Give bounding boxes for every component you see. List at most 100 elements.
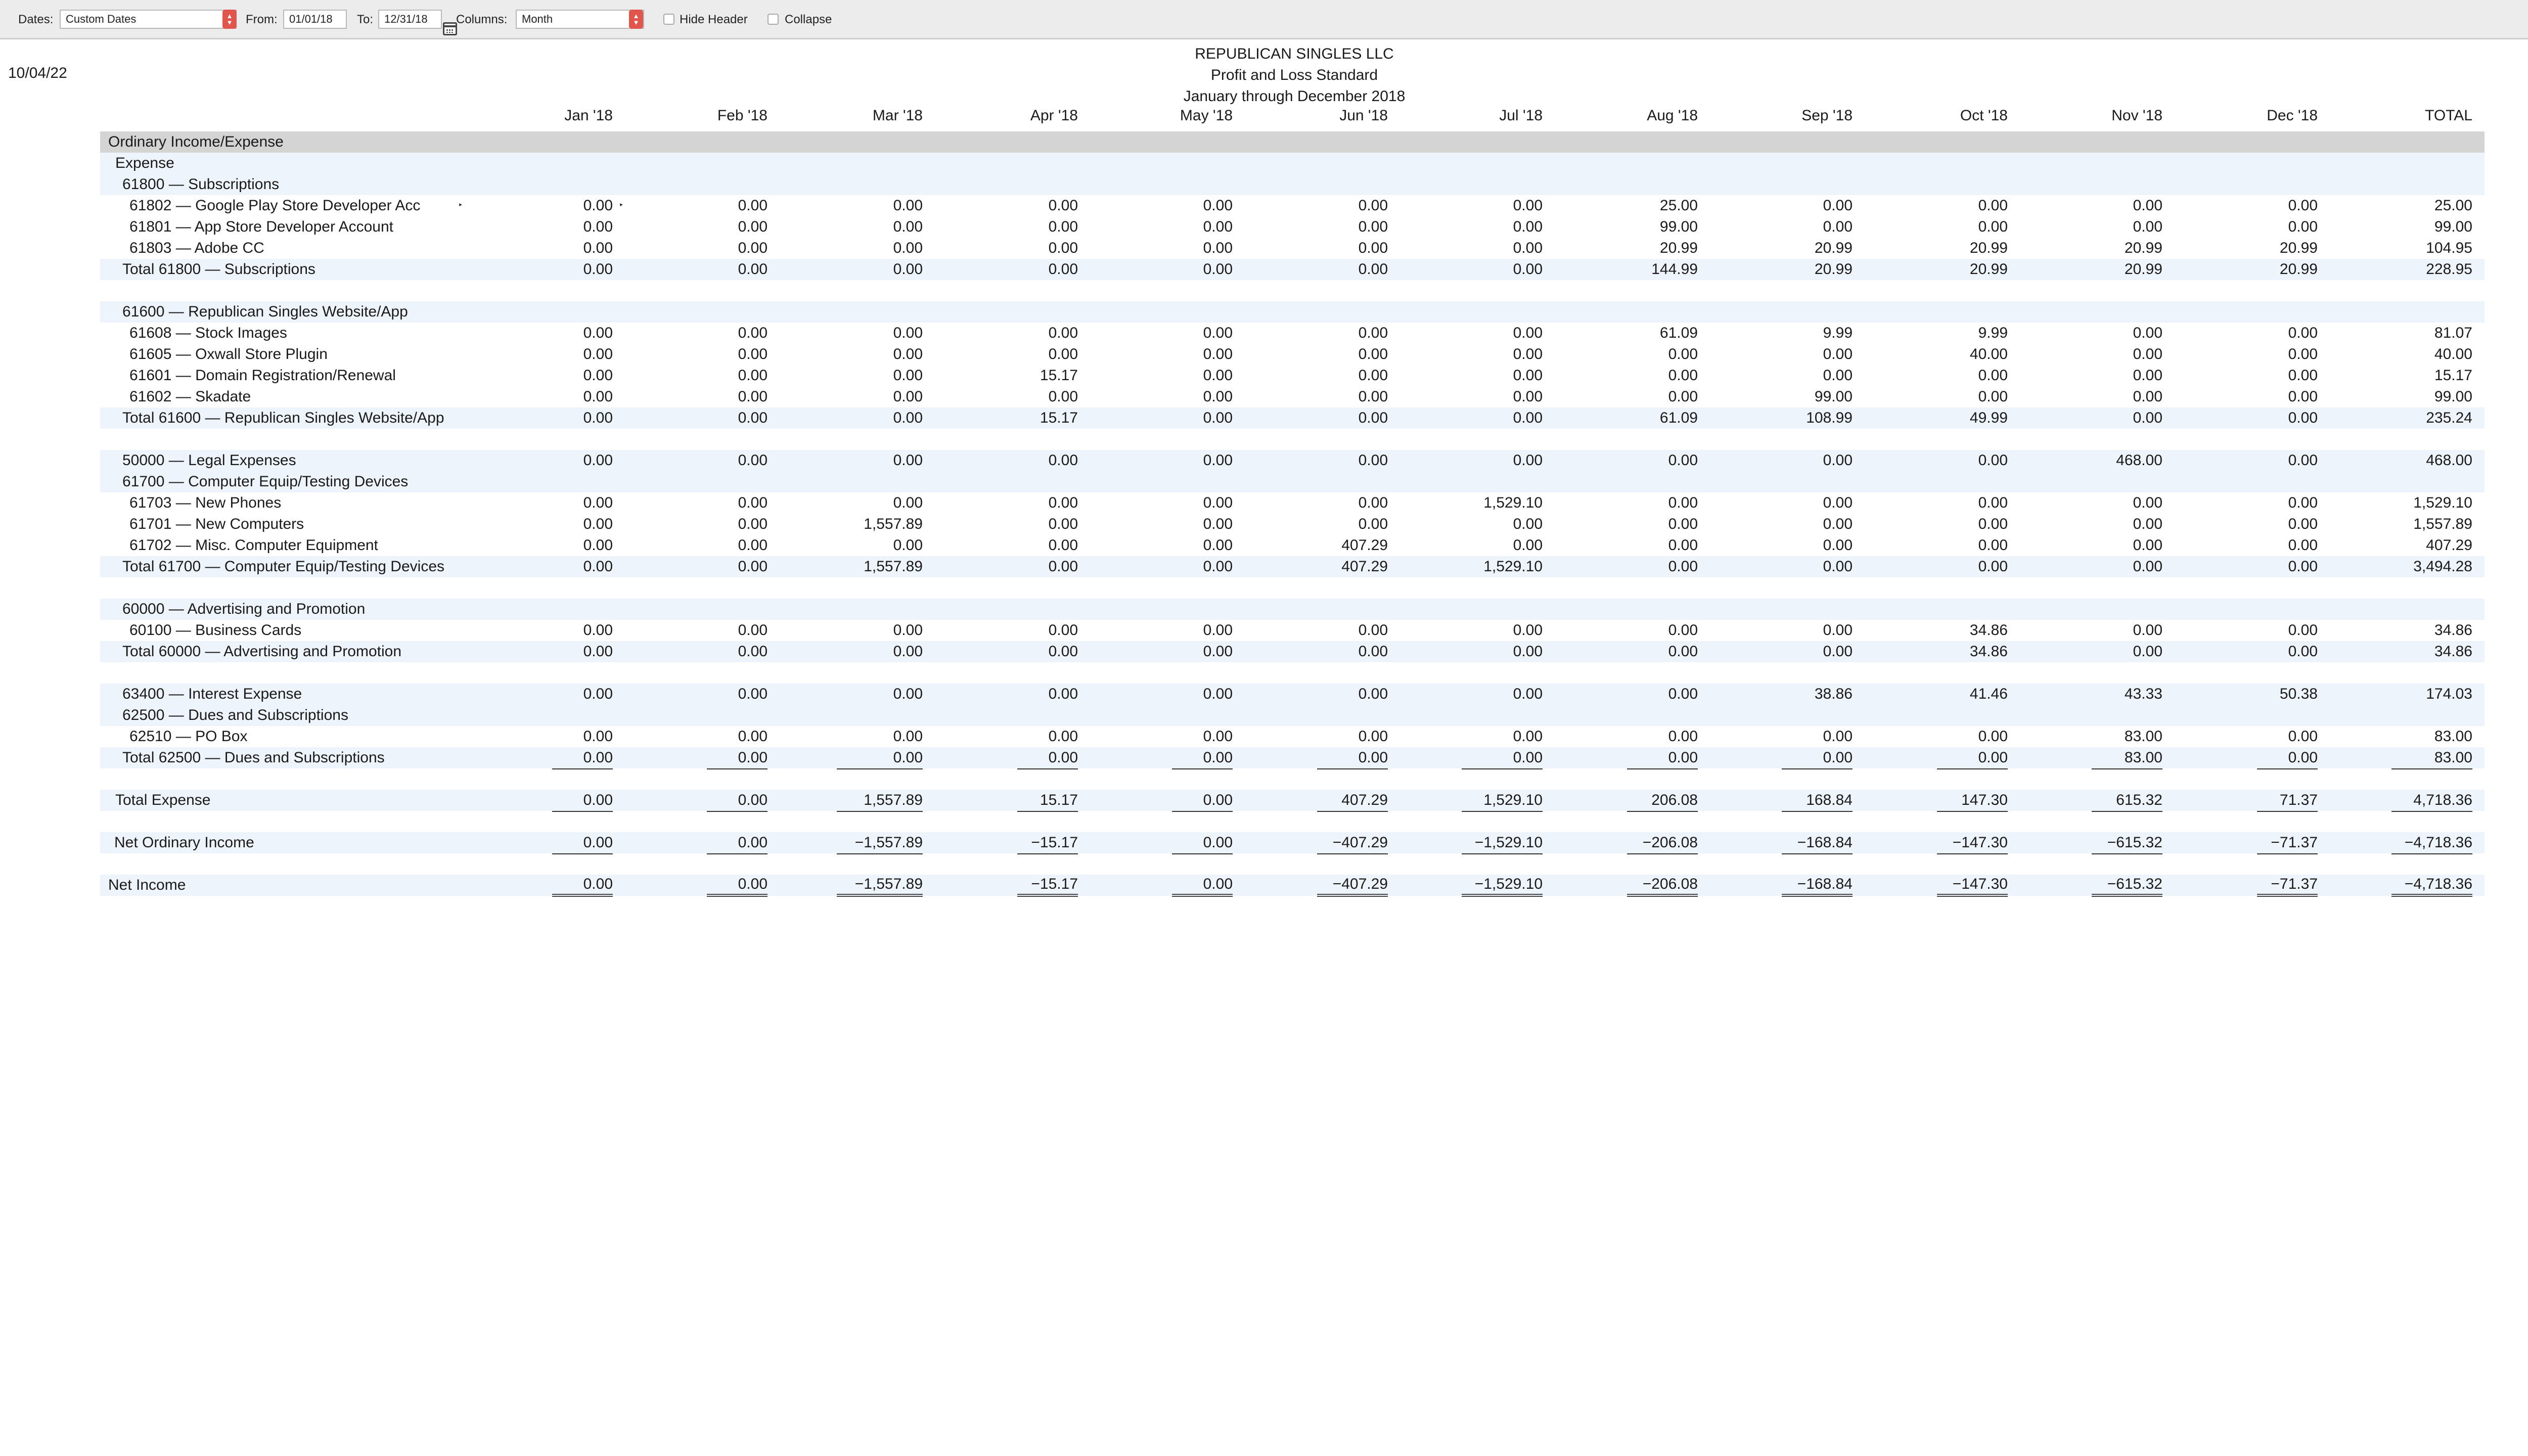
amount-cell[interactable]: 0.00: [1937, 492, 2008, 514]
amount-cell[interactable]: 0.00: [1172, 492, 1233, 514]
amount-cell[interactable]: 34.86: [2391, 641, 2472, 662]
amount-cell[interactable]: 0.00: [2092, 216, 2162, 238]
amount-cell[interactable]: 0.00: [837, 450, 923, 471]
report-row[interactable]: Ordinary Income/Expense: [100, 131, 2485, 153]
amount-cell[interactable]: 61.09: [1627, 323, 1698, 344]
amount-cell[interactable]: 147.30: [1937, 790, 2008, 812]
amount-cell[interactable]: −147.30: [1937, 875, 2008, 897]
amount-cell[interactable]: 0.00: [552, 514, 613, 535]
amount-cell[interactable]: 1,557.89: [837, 514, 923, 535]
amount-cell[interactable]: 0.00: [1627, 386, 1698, 408]
amount-cell[interactable]: 0.00: [2092, 386, 2162, 408]
amount-cell[interactable]: 0.00: [707, 641, 768, 662]
amount-cell[interactable]: 0.00: [1462, 259, 1543, 280]
amount-cell[interactable]: 20.99: [1627, 238, 1698, 260]
amount-cell[interactable]: 0.00: [552, 620, 613, 642]
amount-cell[interactable]: 0.00: [1172, 238, 1233, 260]
amount-cell[interactable]: 0.00: [1627, 450, 1698, 471]
amount-cell[interactable]: −168.84: [1782, 832, 1853, 854]
amount-cell[interactable]: 0.00: [1462, 726, 1543, 748]
amount-cell[interactable]: 0.00: [707, 344, 768, 365]
amount-cell[interactable]: 0.00: [707, 875, 768, 897]
amount-cell[interactable]: 407.29: [1317, 790, 1388, 812]
amount-cell[interactable]: 0.00: [1172, 365, 1233, 386]
amount-cell[interactable]: 0.00: [2257, 365, 2318, 386]
amount-cell[interactable]: 468.00: [2092, 450, 2162, 471]
amount-cell[interactable]: 0.00: [1782, 365, 1853, 386]
amount-cell[interactable]: 0.00: [1172, 407, 1233, 429]
amount-cell[interactable]: −1,529.10: [1462, 875, 1543, 897]
amount-cell[interactable]: 20.99: [1937, 238, 2008, 260]
amount-cell[interactable]: 0.00: [837, 726, 923, 748]
amount-cell[interactable]: 25.00: [2391, 195, 2472, 216]
report-row[interactable]: 61602 — Skadate 0.00 0.00 0.00 0.00 0.00 0.00 0…: [100, 386, 2485, 408]
amount-cell[interactable]: 0.00: [837, 407, 923, 429]
amount-cell[interactable]: 0.00: [1172, 216, 1233, 238]
amount-cell[interactable]: 0.00: [1172, 450, 1233, 471]
amount-cell[interactable]: 0.00: [707, 514, 768, 535]
amount-cell[interactable]: 0.00: [2092, 323, 2162, 344]
amount-cell[interactable]: 0.00: [552, 323, 613, 344]
amount-cell[interactable]: 0.00: [1627, 492, 1698, 514]
amount-cell[interactable]: 0.00: [1172, 747, 1233, 769]
amount-cell[interactable]: 0.00: [1017, 259, 1078, 280]
amount-cell[interactable]: −168.84: [1782, 875, 1853, 897]
amount-cell[interactable]: 1,529.10: [1462, 556, 1543, 577]
amount-cell[interactable]: 0.00: [2092, 535, 2162, 557]
to-date-input[interactable]: 12/31/18: [378, 10, 442, 29]
amount-cell[interactable]: 0.00: [1317, 386, 1388, 408]
amount-cell[interactable]: 0.00: [1782, 726, 1853, 748]
amount-cell[interactable]: 0.00: [552, 684, 613, 705]
amount-cell[interactable]: 0.00: [837, 641, 923, 662]
amount-cell[interactable]: 34.86: [1937, 641, 2008, 662]
report-row[interactable]: 60000 — Advertising and Promotion: [100, 599, 2485, 620]
amount-cell[interactable]: 99.00: [1782, 386, 1853, 408]
report-row[interactable]: Total 61700 — Computer Equip/Testing Dev…: [100, 556, 2485, 577]
amount-cell[interactable]: −71.37: [2257, 875, 2318, 897]
amount-cell[interactable]: 0.00: [1017, 195, 1078, 216]
amount-cell[interactable]: 0.00: [1017, 450, 1078, 471]
amount-cell[interactable]: 0.00: [2257, 620, 2318, 642]
amount-cell[interactable]: −147.30: [1937, 832, 2008, 854]
amount-cell[interactable]: 20.99: [1782, 259, 1853, 280]
amount-cell[interactable]: −4,718.36: [2391, 832, 2472, 854]
amount-cell[interactable]: 0.00: [552, 407, 613, 429]
amount-cell[interactable]: 0.00: [1462, 386, 1543, 408]
amount-cell[interactable]: 50.38: [2257, 684, 2318, 705]
amount-cell[interactable]: 0.00: [552, 450, 613, 471]
amount-cell[interactable]: 40.00: [2391, 344, 2472, 365]
dates-select-stepper-icon[interactable]: ▲ ▼: [222, 10, 237, 29]
amount-cell[interactable]: 49.99: [1937, 407, 2008, 429]
amount-cell[interactable]: 0.00: [1782, 344, 1853, 365]
amount-cell[interactable]: 0.00: [1317, 344, 1388, 365]
amount-cell[interactable]: 0.00: [2257, 535, 2318, 557]
amount-cell[interactable]: 0.00: [1317, 259, 1388, 280]
amount-cell[interactable]: 0.00: [1627, 726, 1698, 748]
report-row[interactable]: 61600 — Republican Singles Website/App: [100, 301, 2485, 323]
amount-cell[interactable]: 0.00: [1937, 386, 2008, 408]
amount-cell[interactable]: 0.00: [1462, 641, 1543, 662]
amount-cell[interactable]: −4,718.36: [2391, 875, 2472, 897]
amount-cell[interactable]: 235.24: [2391, 407, 2472, 429]
amount-cell[interactable]: 0.00: [2257, 323, 2318, 344]
amount-cell[interactable]: 1,529.10: [2391, 492, 2472, 514]
amount-cell[interactable]: 168.84: [1782, 790, 1853, 812]
amount-cell[interactable]: 0.00: [552, 556, 613, 577]
amount-cell[interactable]: −15.17: [1017, 832, 1078, 854]
amount-cell[interactable]: 0.00: [2092, 344, 2162, 365]
amount-cell[interactable]: 0.00: [1937, 514, 2008, 535]
amount-cell[interactable]: 15.17: [1017, 790, 1078, 812]
amount-cell[interactable]: 0.00: [1172, 726, 1233, 748]
amount-cell[interactable]: 0.00: [707, 407, 768, 429]
amount-cell[interactable]: 0.00: [707, 790, 768, 812]
amount-cell[interactable]: 0.00: [1317, 514, 1388, 535]
report-row[interactable]: 61608 — Stock Images 0.00 0.00 0.00 0.00 0.00…: [100, 323, 2485, 344]
amount-cell[interactable]: 0.00: [1317, 238, 1388, 260]
amount-cell[interactable]: 0.00: [1172, 514, 1233, 535]
amount-cell[interactable]: 0.00: [552, 492, 613, 514]
amount-cell[interactable]: 0.00: [1627, 641, 1698, 662]
amount-cell[interactable]: 0.00: [2092, 492, 2162, 514]
report-row[interactable]: 61803 — Adobe CC 0.00 0.00 0.00 0.00 0.00 0.00…: [100, 238, 2485, 260]
amount-cell[interactable]: 0.00: [1317, 365, 1388, 386]
amount-cell[interactable]: 0.00: [707, 535, 768, 557]
